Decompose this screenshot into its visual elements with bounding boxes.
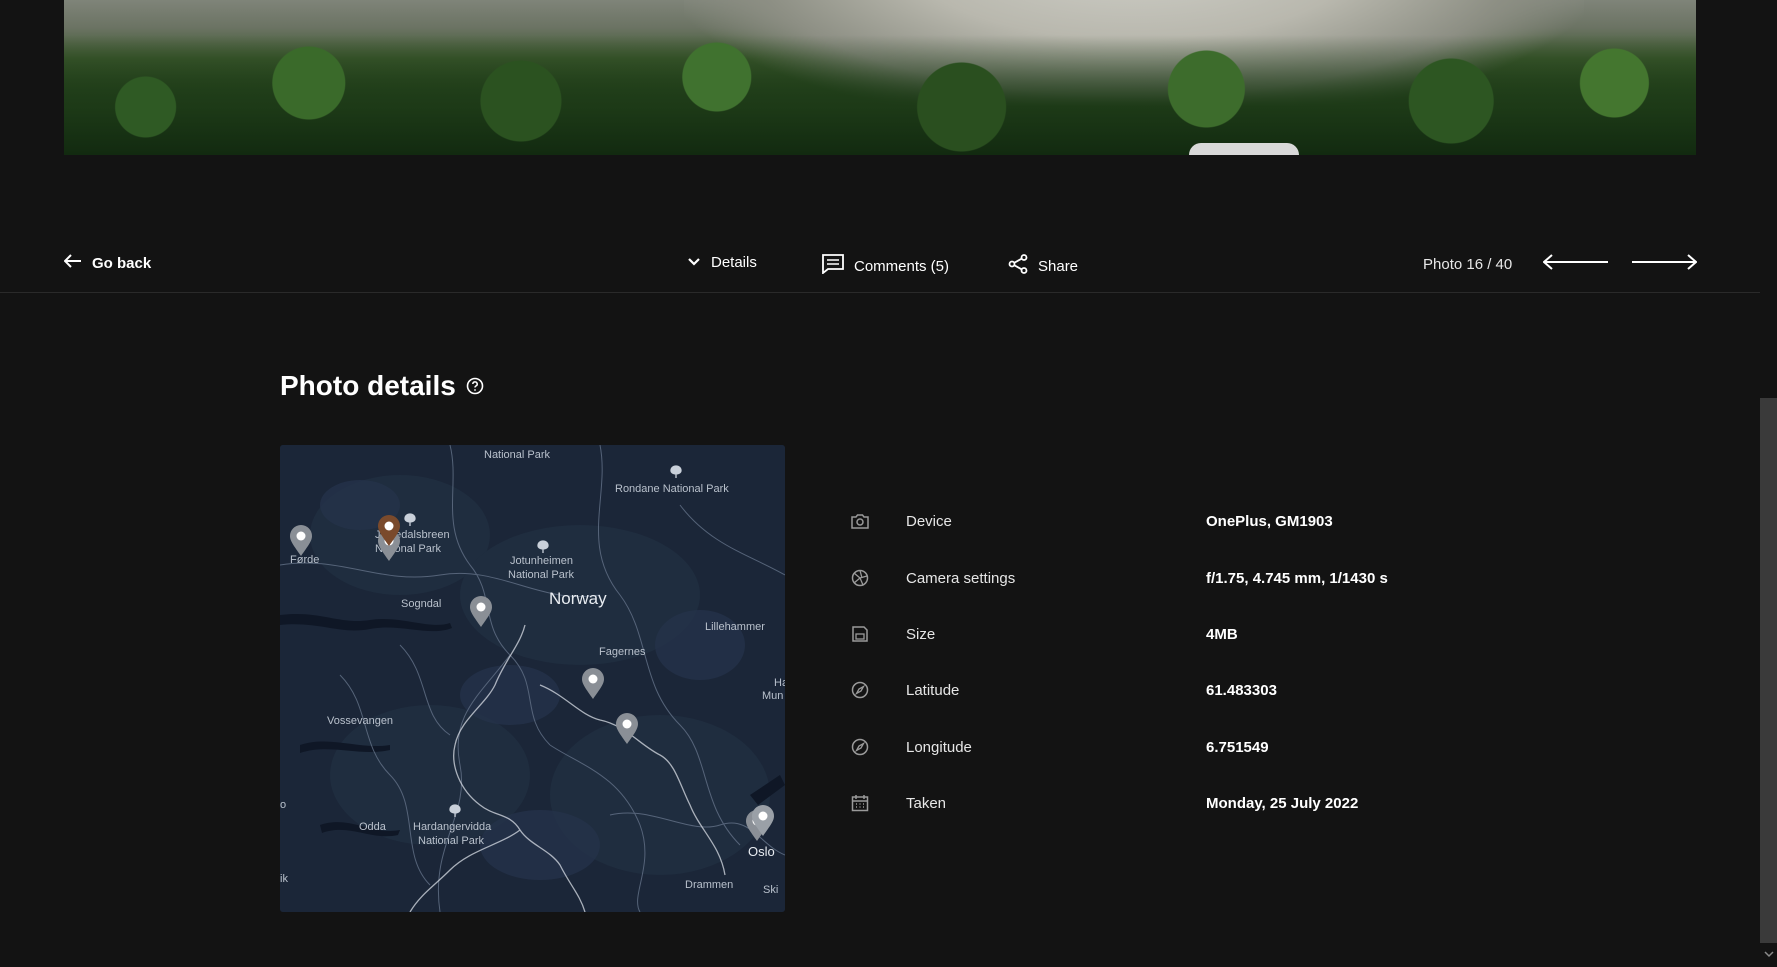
map-label: ik — [280, 873, 288, 885]
active-map-pin-icon[interactable] — [377, 515, 401, 547]
map-label: National Park — [508, 569, 575, 581]
hero-photo — [64, 0, 1696, 155]
page-title: Photo details — [280, 370, 456, 401]
info-label: Longitude — [906, 738, 972, 756]
info-value: OnePlus, GM1903 — [1206, 512, 1333, 530]
compass-icon — [850, 737, 870, 757]
info-label: Latitude — [906, 681, 960, 699]
comments-button[interactable]: Comments (5) — [822, 254, 949, 278]
info-row-taken: Taken Monday, 25 July 2022 — [850, 789, 1410, 817]
info-row-latitude: Latitude 61.483303 — [850, 676, 1410, 704]
next-photo-button[interactable] — [1631, 254, 1698, 275]
info-row-camera-settings: Camera settings f/1.75, 4.745 mm, 1/1430… — [850, 564, 1410, 592]
go-back-label: Go back — [92, 254, 152, 272]
scrollbar-thumb[interactable] — [1760, 398, 1777, 943]
map-label: National Park — [418, 835, 485, 847]
info-row-longitude: Longitude 6.751549 — [850, 733, 1410, 761]
map-label: Odda — [359, 821, 386, 833]
share-button[interactable]: Share — [1008, 254, 1078, 278]
info-row-size: Size 4MB — [850, 620, 1410, 648]
details-button[interactable]: Details — [687, 254, 757, 271]
info-label: Camera settings — [906, 569, 1016, 587]
hero-car — [1189, 143, 1299, 155]
map-pin-icon[interactable] — [615, 713, 639, 745]
map-label: Ski — [763, 884, 779, 896]
map-label: Hardangervidda — [413, 821, 492, 833]
share-icon — [1008, 254, 1028, 278]
park-marker-icon — [404, 513, 416, 527]
map-label: Sogndal — [401, 598, 442, 610]
save-icon — [850, 624, 870, 644]
map-pin-icon[interactable] — [289, 525, 313, 557]
info-label: Taken — [906, 794, 947, 812]
info-value: Monday, 25 July 2022 — [1206, 794, 1359, 812]
park-marker-icon — [449, 804, 461, 818]
share-label: Share — [1038, 257, 1079, 275]
map-pin-icon[interactable] — [751, 805, 775, 837]
park-marker-icon — [670, 465, 682, 479]
photo-toolbar: Go back Details Comments (5) Share Photo… — [0, 240, 1760, 293]
map-label: Lillehammer — [705, 621, 765, 633]
go-back-button[interactable]: Go back — [63, 254, 152, 272]
map-terrain — [280, 445, 785, 912]
map-label: Vossevangen — [327, 715, 394, 727]
map-label: Fagernes — [599, 646, 646, 658]
aperture-icon — [850, 568, 870, 588]
map-pin-icon[interactable] — [469, 596, 493, 628]
chevron-down-icon — [687, 254, 701, 271]
info-row-device: Device OnePlus, GM1903 — [850, 507, 1410, 535]
previous-photo-button[interactable] — [1542, 254, 1609, 275]
photo-details-heading: Photo details — [280, 370, 484, 402]
compass-icon — [850, 680, 870, 700]
info-label: Size — [906, 625, 936, 643]
info-value: f/1.75, 4.745 mm, 1/1430 s — [1206, 569, 1388, 587]
map-label: Jotunheimen — [510, 555, 573, 567]
help-icon[interactable] — [466, 370, 484, 402]
map-label: o — [280, 799, 287, 811]
park-marker-icon — [537, 540, 549, 554]
info-value: 4MB — [1206, 625, 1238, 643]
arrow-left-icon — [1542, 254, 1609, 274]
arrow-left-icon — [63, 254, 82, 272]
comment-icon — [822, 254, 844, 278]
info-label: Device — [906, 512, 952, 530]
arrow-right-icon — [1631, 254, 1698, 274]
photo-counter: Photo 16 / 40 — [1423, 256, 1513, 273]
map-label: Ha — [774, 677, 785, 689]
map-label: Drammen — [685, 879, 734, 891]
camera-icon — [850, 511, 870, 531]
map-label: National Park — [484, 449, 551, 461]
info-value: 6.751549 — [1206, 738, 1269, 756]
calendar-icon — [850, 793, 870, 813]
map-label: Oslo — [748, 844, 775, 859]
map-pin-icon[interactable] — [581, 668, 605, 700]
map-label: Mun — [762, 690, 784, 702]
scroll-down-icon[interactable] — [1762, 950, 1775, 964]
hero-trees — [64, 35, 1696, 155]
comments-label: Comments (5) — [854, 257, 950, 275]
map-label: Norway — [549, 589, 607, 608]
details-label: Details — [711, 254, 757, 271]
location-map[interactable]: National Park Rondane National Park Jost… — [280, 445, 785, 912]
map-label: Rondane National Park — [615, 483, 729, 495]
info-value: 61.483303 — [1206, 681, 1277, 699]
